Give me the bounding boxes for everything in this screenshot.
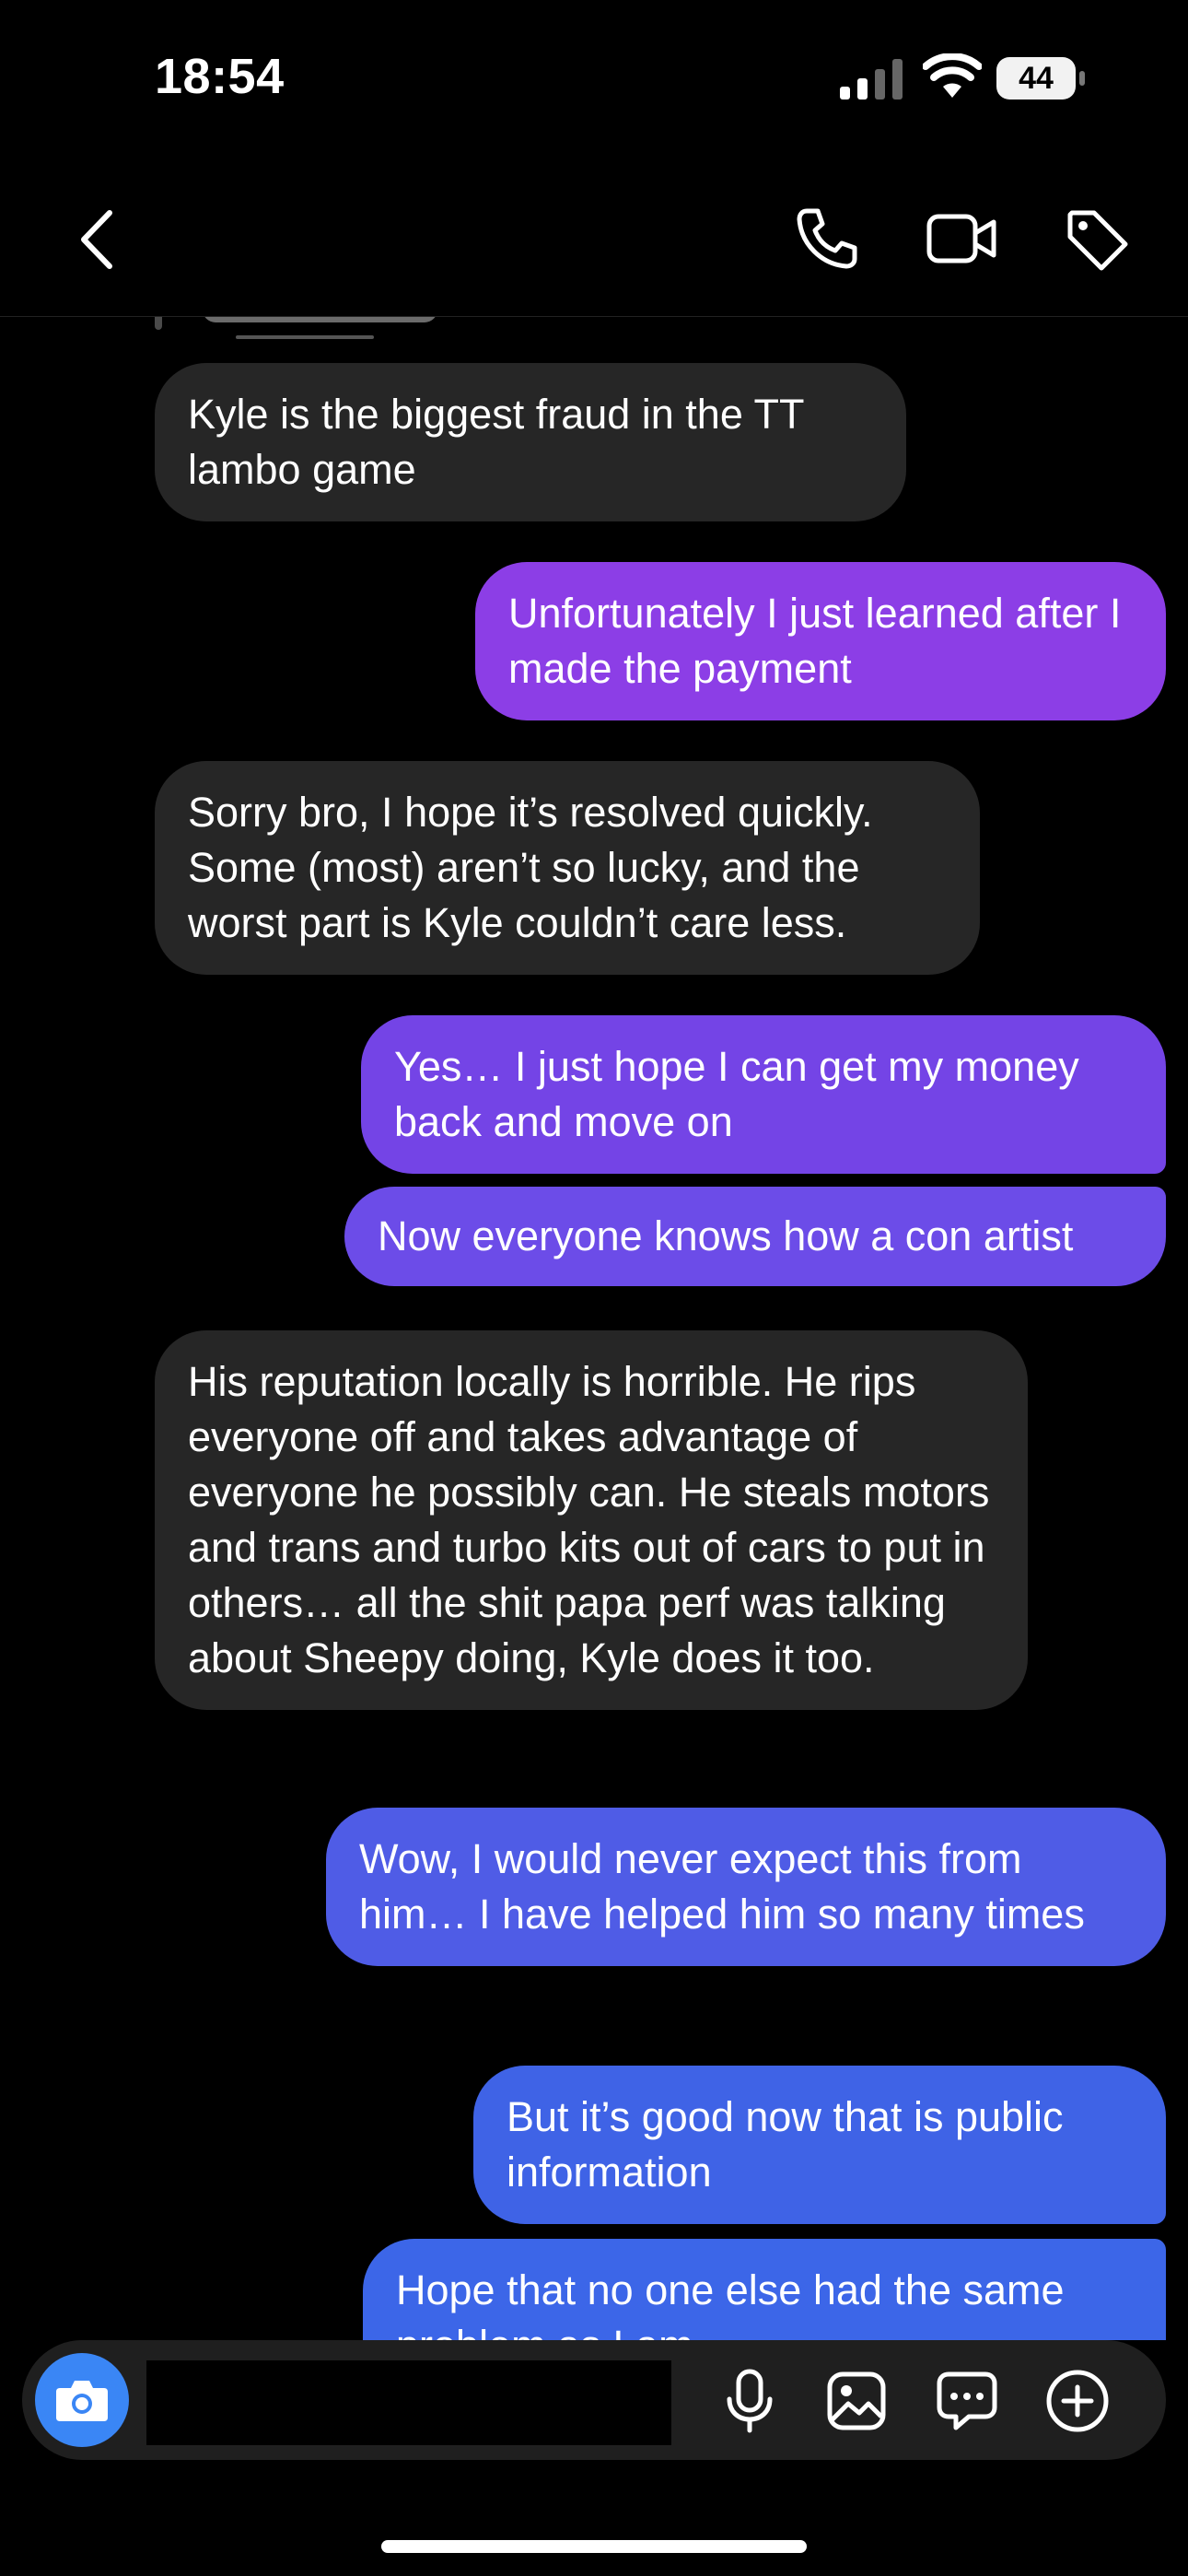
message-bubble-incoming[interactable]: Sorry bro, I hope it’s resolved quickly.…: [155, 761, 980, 975]
previous-attachment-line: [236, 335, 374, 339]
back-button[interactable]: [64, 207, 129, 272]
message-bubble-incoming[interactable]: His reputation locally is horrible. He r…: [155, 1330, 1028, 1710]
tag-icon: [1067, 210, 1128, 271]
label-button[interactable]: [1059, 202, 1136, 279]
wifi-icon: [923, 53, 982, 98]
message-bubble-outgoing[interactable]: But it’s good now that is public informa…: [473, 2066, 1166, 2224]
status-time: 18:54: [155, 49, 285, 104]
more-options-button[interactable]: [1044, 2368, 1111, 2434]
plus-circle-icon: [1046, 2370, 1109, 2432]
voice-call-button[interactable]: [790, 202, 864, 275]
voice-message-button[interactable]: [716, 2368, 783, 2434]
previous-attachment-edge: [203, 317, 437, 322]
message-bubble-outgoing[interactable]: Now everyone knows how a con artist: [344, 1187, 1166, 1286]
sticker-button[interactable]: [934, 2368, 1000, 2434]
message-bubble-outgoing[interactable]: Wow, I would never expect this from him……: [326, 1808, 1166, 1966]
message-bubble-outgoing[interactable]: Yes… I just hope I can get my money back…: [361, 1015, 1166, 1174]
camera-button[interactable]: [35, 2353, 129, 2447]
phone-icon: [797, 208, 857, 269]
video-call-button[interactable]: [923, 202, 1002, 275]
gallery-icon: [827, 2371, 886, 2430]
message-input[interactable]: [146, 2360, 671, 2445]
camera-icon: [56, 2381, 108, 2421]
message-thread[interactable]: Kyle is the biggest fraud in the TT lamb…: [0, 317, 1188, 2340]
message-bubble-outgoing[interactable]: Hope that no one else had the same probl…: [363, 2239, 1166, 2340]
chevron-left-icon: [81, 210, 112, 269]
home-indicator[interactable]: [381, 2540, 807, 2553]
video-camera-icon: [926, 214, 996, 263]
cellular-signal-icon: [840, 59, 903, 100]
conversation-header: [0, 161, 1188, 317]
status-bar: 18:54 44: [0, 0, 1188, 161]
message-bubble-outgoing[interactable]: Unfortunately I just learned after I mad…: [475, 562, 1166, 720]
message-bubble-incoming[interactable]: Kyle is the biggest fraud in the TT lamb…: [155, 363, 906, 521]
gallery-button[interactable]: [823, 2368, 890, 2434]
message-composer: [22, 2340, 1166, 2460]
reply-indicator: [155, 317, 162, 330]
battery-level: 44: [1019, 61, 1054, 96]
battery-indicator: 44: [996, 57, 1085, 101]
microphone-icon: [727, 2369, 773, 2433]
sticker-icon: [937, 2371, 997, 2430]
